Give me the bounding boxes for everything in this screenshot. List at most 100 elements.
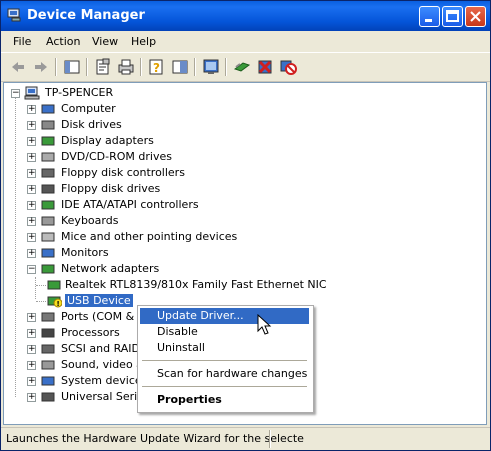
svg-text:?: ? [153, 61, 160, 75]
status-text: Launches the Hardware Update Wizard for … [6, 432, 304, 445]
status-bar: Launches the Hardware Update Wizard for … [1, 427, 490, 450]
expand-icon[interactable]: + [27, 361, 36, 370]
toolbar-separator [55, 58, 57, 76]
device-manager-icon [7, 8, 21, 22]
expand-icon[interactable]: + [27, 393, 36, 402]
toolbar-separator [86, 58, 88, 76]
help-icon[interactable]: ? [148, 58, 166, 76]
maximize-icon [446, 10, 459, 22]
toolbar-separator [140, 58, 142, 76]
menu-help[interactable]: Help [131, 35, 156, 48]
uninstall-menu-item[interactable]: Uninstall [140, 340, 309, 356]
tree-item-label: Disk drives [61, 118, 122, 131]
computer-icon [41, 104, 55, 114]
disable-menu-item[interactable]: Disable [140, 324, 309, 340]
warning-nic-icon: ! [47, 296, 62, 308]
maximize-button[interactable] [442, 6, 463, 27]
minimize-icon [425, 19, 432, 22]
collapse-icon[interactable]: − [11, 89, 20, 98]
context-menu: Update Driver... Disable Uninstall Scan … [137, 305, 314, 413]
expand-icon[interactable]: + [27, 185, 36, 194]
tree-item-label: IDE ATA/ATAPI controllers [61, 198, 199, 211]
port-icon [41, 312, 55, 322]
expand-icon[interactable]: + [27, 169, 36, 178]
keyboard-icon [41, 216, 55, 226]
scan-hardware-menu-item[interactable]: Scan for hardware changes [140, 366, 309, 382]
menu-separator [142, 386, 307, 387]
tree-item-label: Floppy disk drives [61, 182, 161, 195]
menu-view[interactable]: View [92, 35, 118, 48]
view-icon[interactable] [171, 58, 189, 76]
collapse-icon[interactable]: − [27, 265, 36, 274]
expand-icon[interactable]: + [27, 233, 36, 242]
expand-icon[interactable]: + [27, 329, 36, 338]
expand-icon[interactable]: + [27, 217, 36, 226]
close-icon [470, 11, 481, 22]
print-icon[interactable] [117, 58, 135, 76]
tree-item-label: DVD/CD-ROM drives [61, 150, 172, 163]
menu-action[interactable]: Action [46, 35, 80, 48]
tree-root-label: TP-SPENCER [45, 86, 114, 99]
scan-hardware-icon[interactable] [202, 58, 220, 76]
tree-item-label: System devices [61, 374, 148, 387]
tree-item-label: USB Device [65, 294, 133, 307]
usb-icon [41, 392, 55, 402]
menu-file[interactable]: File [13, 35, 31, 48]
expand-icon[interactable]: + [27, 137, 36, 146]
processor-icon [41, 328, 55, 338]
expand-icon[interactable]: + [27, 105, 36, 114]
uninstall-icon[interactable] [256, 58, 274, 76]
expand-icon[interactable]: + [27, 249, 36, 258]
display-adapter-icon [41, 136, 55, 146]
monitor-icon [41, 248, 55, 258]
forward-icon[interactable] [32, 58, 50, 76]
floppy-controller-icon [41, 168, 55, 178]
close-button[interactable] [465, 6, 486, 27]
expand-icon[interactable]: + [27, 153, 36, 162]
properties-menu-item[interactable]: Properties [140, 392, 309, 408]
tree-item-label: Keyboards [61, 214, 119, 227]
toolbar-separator [194, 58, 196, 76]
cdrom-icon [41, 152, 55, 162]
tree-item-label: Realtek RTL8139/810x Family Fast Etherne… [65, 278, 327, 291]
tree-item-label: Floppy disk controllers [61, 166, 185, 179]
minimize-button[interactable] [419, 6, 440, 27]
window-title: Device Manager [27, 8, 145, 23]
expand-icon[interactable]: + [27, 201, 36, 210]
scsi-icon [41, 344, 55, 354]
svg-text:!: ! [57, 300, 60, 308]
tree-item-label: Processors [61, 326, 120, 339]
tree-item-label: Display adapters [61, 134, 154, 147]
tree-item-label: Network adapters [61, 262, 160, 275]
tree-item-label: Computer [61, 102, 116, 115]
title-bar[interactable]: Device Manager [1, 1, 490, 31]
update-driver-menu-item[interactable]: Update Driver... [140, 308, 309, 324]
disable-icon[interactable] [279, 58, 297, 76]
properties-icon[interactable] [94, 58, 112, 76]
toolbar-separator [225, 58, 227, 76]
expand-icon[interactable]: + [27, 345, 36, 354]
show-hide-tree-icon[interactable] [63, 58, 81, 76]
system-device-icon [41, 376, 55, 386]
sound-icon [41, 360, 55, 370]
floppy-drive-icon [41, 184, 55, 194]
device-manager-window: Device Manager File Action View Help ? −… [0, 0, 491, 451]
tree-item-label: Monitors [61, 246, 109, 259]
status-divider [269, 430, 271, 448]
update-driver-icon[interactable] [233, 58, 251, 76]
mouse-cursor-icon [257, 314, 272, 335]
nic-icon [47, 280, 61, 290]
expand-icon[interactable]: + [27, 121, 36, 130]
disk-drive-icon [41, 120, 55, 130]
network-adapter-icon [41, 264, 55, 274]
toolbar: ? [1, 52, 490, 82]
ide-controller-icon [41, 200, 55, 210]
menu-bar: File Action View Help [1, 31, 490, 52]
expand-icon[interactable]: + [27, 313, 36, 322]
expand-icon[interactable]: + [27, 377, 36, 386]
menu-separator [142, 360, 307, 361]
computer-root-icon [24, 86, 40, 100]
mouse-icon [41, 232, 55, 242]
tree-item-label: Mice and other pointing devices [61, 230, 238, 243]
back-icon[interactable] [9, 58, 27, 76]
